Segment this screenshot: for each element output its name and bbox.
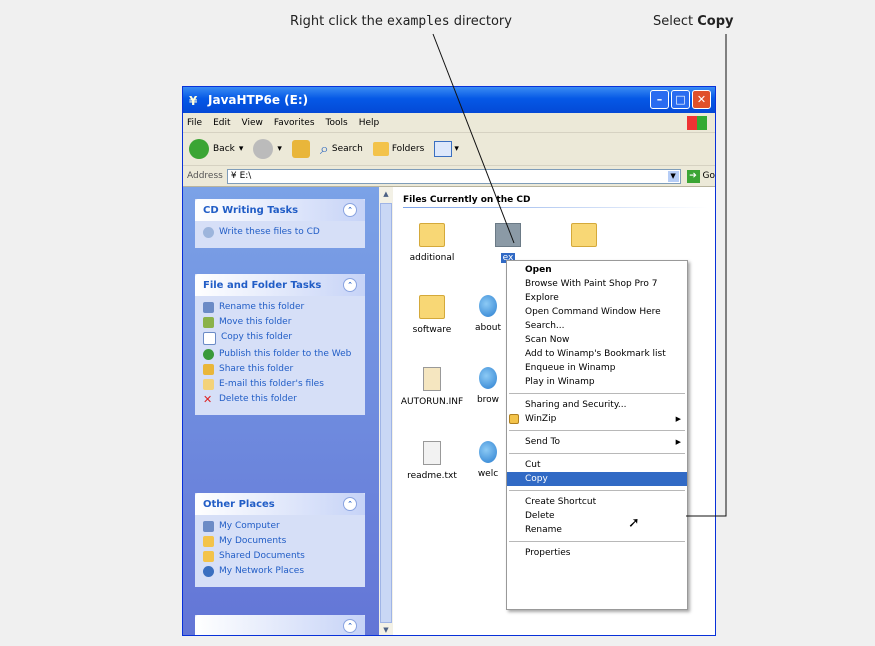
callout-line-examples (432, 33, 515, 244)
callout-lines (432, 33, 727, 517)
callout-line-copy (686, 34, 727, 517)
